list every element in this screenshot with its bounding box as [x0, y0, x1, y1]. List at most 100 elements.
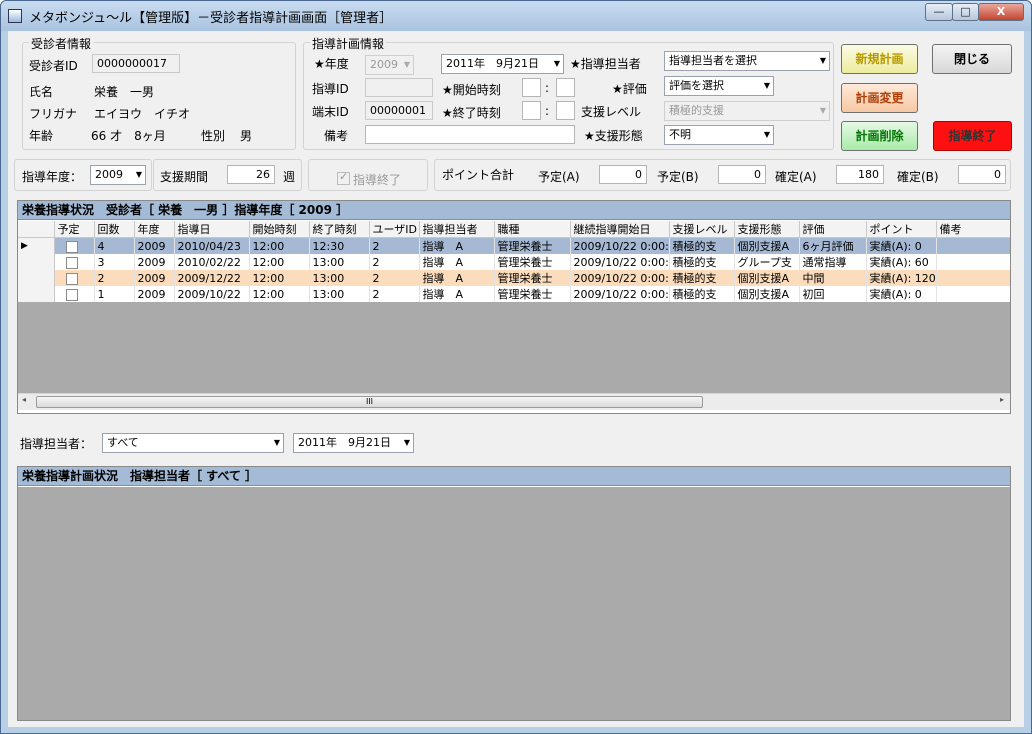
- note-input[interactable]: [365, 125, 575, 144]
- new-plan-button[interactable]: 新規計画: [841, 44, 918, 74]
- cell[interactable]: 指導 A: [419, 237, 495, 254]
- change-plan-button[interactable]: 計画変更: [841, 83, 918, 113]
- cell[interactable]: 管理栄養士: [494, 254, 571, 270]
- cell[interactable]: 2009/10/22 0:00:: [570, 270, 670, 286]
- col-header-form[interactable]: 支援形態: [734, 221, 800, 238]
- cell[interactable]: 中間: [799, 270, 867, 286]
- guidance-year-select[interactable]: 2009 ▼: [90, 165, 146, 185]
- cell[interactable]: 2009: [134, 286, 175, 302]
- planned-cell[interactable]: [54, 254, 95, 270]
- col-header-cont-start[interactable]: 継続指導開始日: [570, 221, 670, 238]
- cell[interactable]: 個別支援A: [734, 237, 800, 254]
- cell[interactable]: 管理栄養士: [494, 237, 571, 254]
- table-row[interactable]: 2 2009 2009/12/22 12:00 13:00 2 指導 A 管理栄…: [18, 270, 1010, 286]
- planned-checkbox[interactable]: [65, 272, 78, 285]
- end-minute-input[interactable]: [556, 101, 575, 120]
- planned-checkbox[interactable]: [65, 240, 78, 253]
- cell[interactable]: 積極的支: [669, 270, 735, 286]
- delete-plan-button[interactable]: 計画削除: [841, 121, 918, 151]
- plan-date-picker[interactable]: 2011年 9月21日 ▼: [441, 54, 564, 74]
- cell[interactable]: 6ヶ月評価: [799, 237, 867, 254]
- staff-select[interactable]: 指導担当者を選択 ▼: [664, 51, 830, 71]
- scroll-thumb[interactable]: III: [36, 396, 703, 408]
- cell[interactable]: [936, 254, 1010, 270]
- cell[interactable]: 4: [94, 237, 135, 254]
- filter-staff-select[interactable]: すべて ▼: [102, 433, 284, 453]
- cell[interactable]: 2009: [134, 270, 175, 286]
- cell[interactable]: 積極的支: [669, 286, 735, 302]
- cell[interactable]: [936, 286, 1010, 302]
- col-header-year[interactable]: 年度: [134, 221, 175, 238]
- cell[interactable]: 2009: [134, 254, 175, 270]
- table-row[interactable]: ▶ 4 2009 2010/04/23 12:00 12:30 2 指導 A 管…: [18, 237, 1010, 254]
- cell[interactable]: 初回: [799, 286, 867, 302]
- cell[interactable]: 個別支援A: [734, 270, 800, 286]
- col-header-count[interactable]: 回数: [94, 221, 135, 238]
- cell[interactable]: [936, 270, 1010, 286]
- cell[interactable]: 個別支援A: [734, 286, 800, 302]
- cell[interactable]: 実績(A): 120: [866, 270, 937, 286]
- cell[interactable]: 積極的支: [669, 237, 735, 254]
- eval-select[interactable]: 評価を選択 ▼: [664, 76, 774, 96]
- planned-cell[interactable]: [54, 270, 95, 286]
- table-row[interactable]: 1 2009 2009/10/22 12:00 13:00 2 指導 A 管理栄…: [18, 286, 1010, 302]
- cell[interactable]: 13:00: [309, 286, 370, 302]
- cell[interactable]: 2: [369, 254, 420, 270]
- cell[interactable]: 指導 A: [419, 270, 495, 286]
- cell[interactable]: 実績(A): 0: [866, 286, 937, 302]
- col-header-eval[interactable]: 評価: [799, 221, 867, 238]
- support-period-field[interactable]: 26: [227, 165, 275, 184]
- title-bar[interactable]: メタボンジュ～ル【管理版】－受診者指導計画画面［管理者］ — □ X: [1, 1, 1031, 31]
- planned-checkbox[interactable]: [65, 256, 78, 269]
- end-guidance-button[interactable]: 指導終了: [933, 121, 1012, 151]
- col-header-staff[interactable]: 指導担当者: [419, 221, 495, 238]
- col-header-user-id[interactable]: ユーザID: [369, 221, 420, 238]
- start-hour-input[interactable]: [522, 78, 541, 97]
- cell[interactable]: 管理栄養士: [494, 270, 571, 286]
- cell[interactable]: 指導 A: [419, 254, 495, 270]
- col-header-points[interactable]: ポイント: [866, 221, 937, 238]
- cell[interactable]: 2010/02/22: [174, 254, 250, 270]
- cell[interactable]: 12:00: [249, 237, 310, 254]
- cell[interactable]: 2: [369, 270, 420, 286]
- end-hour-input[interactable]: [522, 101, 541, 120]
- cell[interactable]: 管理栄養士: [494, 286, 571, 302]
- col-header-level[interactable]: 支援レベル: [669, 221, 735, 238]
- cell[interactable]: 2010/04/23: [174, 237, 250, 254]
- cell[interactable]: 1: [94, 286, 135, 302]
- cell[interactable]: 2009/12/22: [174, 270, 250, 286]
- maximize-button[interactable]: □: [952, 3, 979, 21]
- col-header-job[interactable]: 職種: [494, 221, 571, 238]
- cell[interactable]: 実績(A): 60: [866, 254, 937, 270]
- minimize-button[interactable]: —: [925, 3, 953, 21]
- status-grid-hscrollbar[interactable]: ◂ III ▸: [18, 393, 1010, 410]
- scroll-left-icon[interactable]: ◂: [22, 395, 26, 404]
- col-header-planned[interactable]: 予定: [54, 221, 95, 238]
- cell[interactable]: 2: [369, 286, 420, 302]
- cell[interactable]: 2009/10/22 0:00:: [570, 237, 670, 254]
- col-header-date[interactable]: 指導日: [174, 221, 250, 238]
- cell[interactable]: グループ支: [734, 254, 800, 270]
- col-header-start[interactable]: 開始時刻: [249, 221, 310, 238]
- cell[interactable]: [936, 237, 1010, 254]
- start-minute-input[interactable]: [556, 78, 575, 97]
- support-form-select[interactable]: 不明 ▼: [664, 125, 774, 145]
- close-button[interactable]: 閉じる: [932, 44, 1012, 74]
- cell[interactable]: 指導 A: [419, 286, 495, 302]
- cell[interactable]: 実績(A): 0: [866, 237, 937, 254]
- cell[interactable]: 12:00: [249, 254, 310, 270]
- planned-checkbox[interactable]: [65, 288, 78, 301]
- cell[interactable]: 2: [94, 270, 135, 286]
- cell[interactable]: 12:00: [249, 270, 310, 286]
- planned-cell[interactable]: [54, 237, 95, 254]
- scroll-right-icon[interactable]: ▸: [1000, 395, 1004, 404]
- cell[interactable]: 13:00: [309, 270, 370, 286]
- cell[interactable]: 2: [369, 237, 420, 254]
- planned-cell[interactable]: [54, 286, 95, 302]
- cell[interactable]: 13:00: [309, 254, 370, 270]
- cell[interactable]: 12:30: [309, 237, 370, 254]
- cell[interactable]: 2009/10/22 0:00:: [570, 254, 670, 270]
- filter-date-picker[interactable]: 2011年 9月21日 ▼: [293, 433, 414, 453]
- cell[interactable]: 2009: [134, 237, 175, 254]
- table-row[interactable]: 3 2009 2010/02/22 12:00 13:00 2 指導 A 管理栄…: [18, 254, 1010, 270]
